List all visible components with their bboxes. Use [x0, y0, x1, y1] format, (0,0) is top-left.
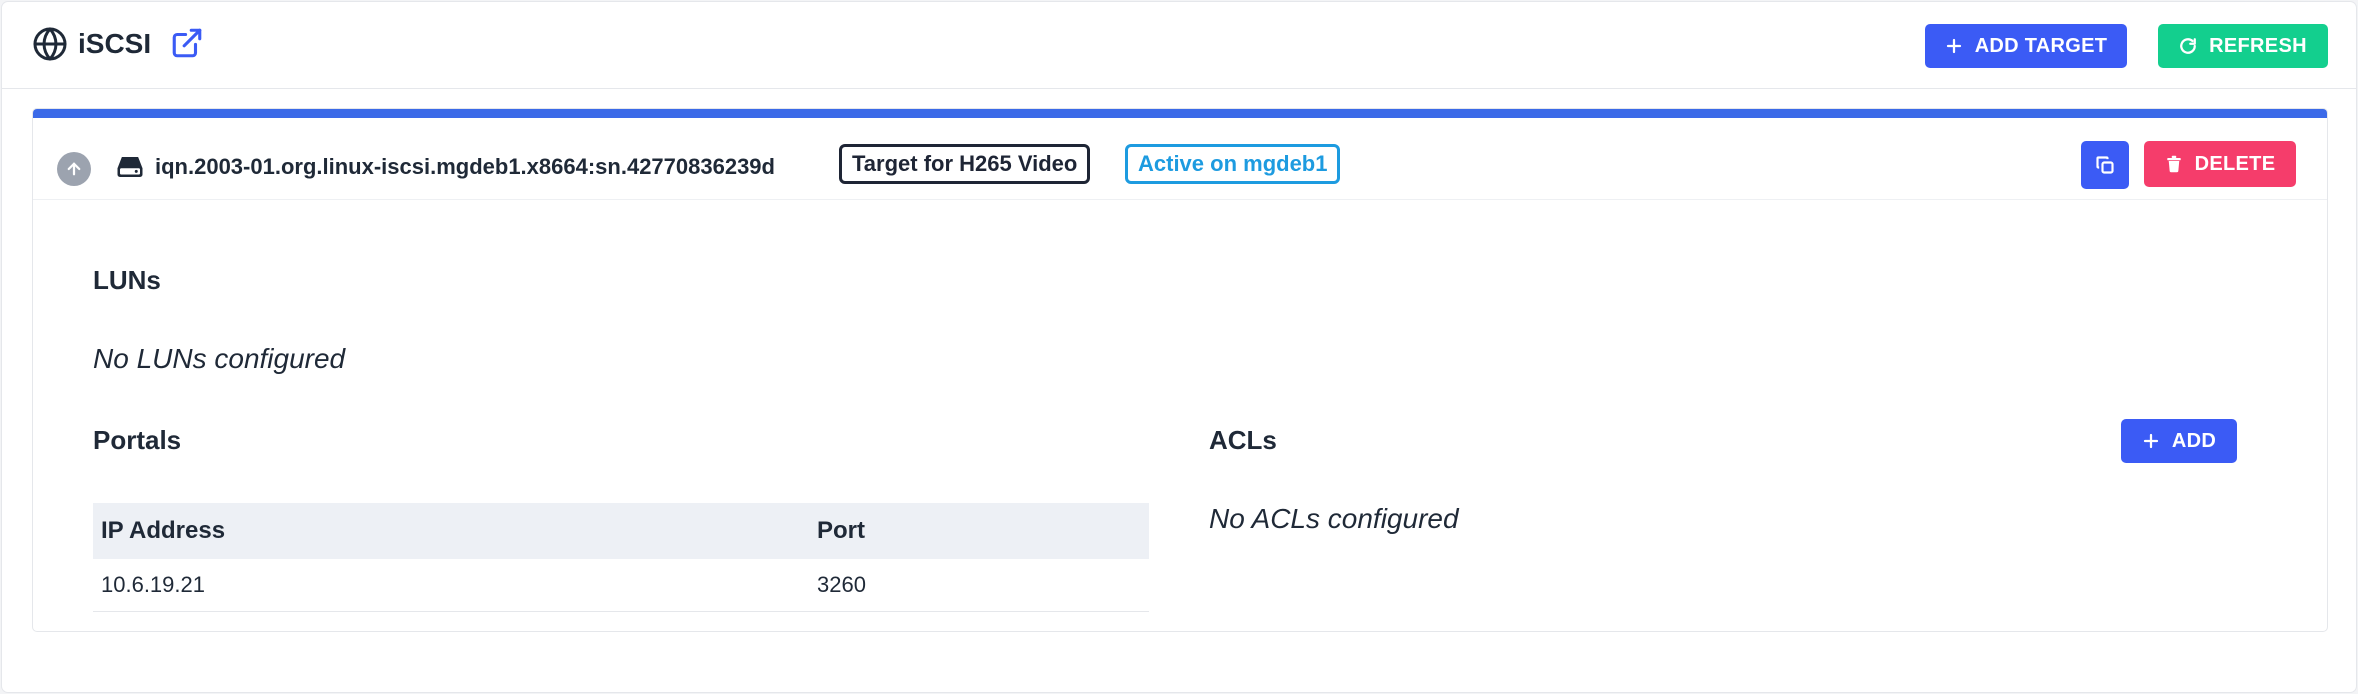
table-row: 10.6.19.21 3260 — [93, 559, 1149, 612]
add-acl-label: ADD — [2171, 429, 2217, 452]
refresh-button[interactable]: REFRESH — [2158, 24, 2328, 68]
refresh-label: REFRESH — [2209, 34, 2307, 57]
refresh-icon — [2180, 38, 2197, 54]
collapse-toggle[interactable] — [57, 152, 91, 186]
acls-heading: ACLs — [1209, 425, 1277, 455]
table-header-row: IP Address Port — [93, 503, 1149, 559]
add-target-label: ADD TARGET — [1974, 34, 2108, 57]
copy-button[interactable] — [2081, 141, 2129, 189]
portal-ip-cell: 10.6.19.21 — [93, 559, 809, 612]
plus-icon — [2143, 433, 2158, 449]
portals-table: IP Address Port 10.6.19.21 3260 — [93, 503, 1149, 612]
page-title: iSCSI — [78, 28, 152, 59]
add-target-button[interactable]: ADD TARGET — [1925, 24, 2127, 68]
acls-empty-text: No ACLs configured — [1209, 503, 1459, 534]
column-header-port: Port — [809, 503, 1149, 559]
card-accent-bar — [33, 109, 2327, 118]
delete-label: DELETE — [2194, 152, 2276, 175]
trash-icon — [2166, 155, 2181, 173]
portal-port-cell: 3260 — [809, 559, 1149, 612]
luns-empty-text: No LUNs configured — [93, 343, 346, 374]
iscsi-page: iSCSI ADD TARGET REFRESH iqn.2003-01.org… — [2, 2, 2356, 692]
luns-heading: LUNs — [93, 265, 161, 295]
external-link-icon[interactable] — [170, 26, 204, 60]
target-card: iqn.2003-01.org.linux-iscsi.mgdeb1.x8664… — [32, 108, 2328, 632]
delete-button[interactable]: DELETE — [2144, 141, 2296, 187]
plus-icon — [1946, 38, 1961, 54]
target-header: iqn.2003-01.org.linux-iscsi.mgdeb1.x8664… — [33, 118, 2327, 200]
add-acl-button[interactable]: ADD — [2121, 419, 2237, 463]
hard-drive-icon — [117, 157, 143, 177]
page-header: iSCSI ADD TARGET REFRESH — [2, 2, 2356, 89]
target-description-badge: Target for H265 Video — [839, 144, 1091, 184]
portals-heading: Portals — [93, 425, 182, 455]
column-header-ip: IP Address — [93, 503, 809, 559]
copy-icon — [2096, 156, 2114, 174]
globe-icon — [33, 27, 67, 61]
arrow-up-icon — [67, 162, 81, 176]
target-iqn: iqn.2003-01.org.linux-iscsi.mgdeb1.x8664… — [155, 154, 775, 179]
target-status-badge: Active on mgdeb1 — [1125, 144, 1341, 184]
